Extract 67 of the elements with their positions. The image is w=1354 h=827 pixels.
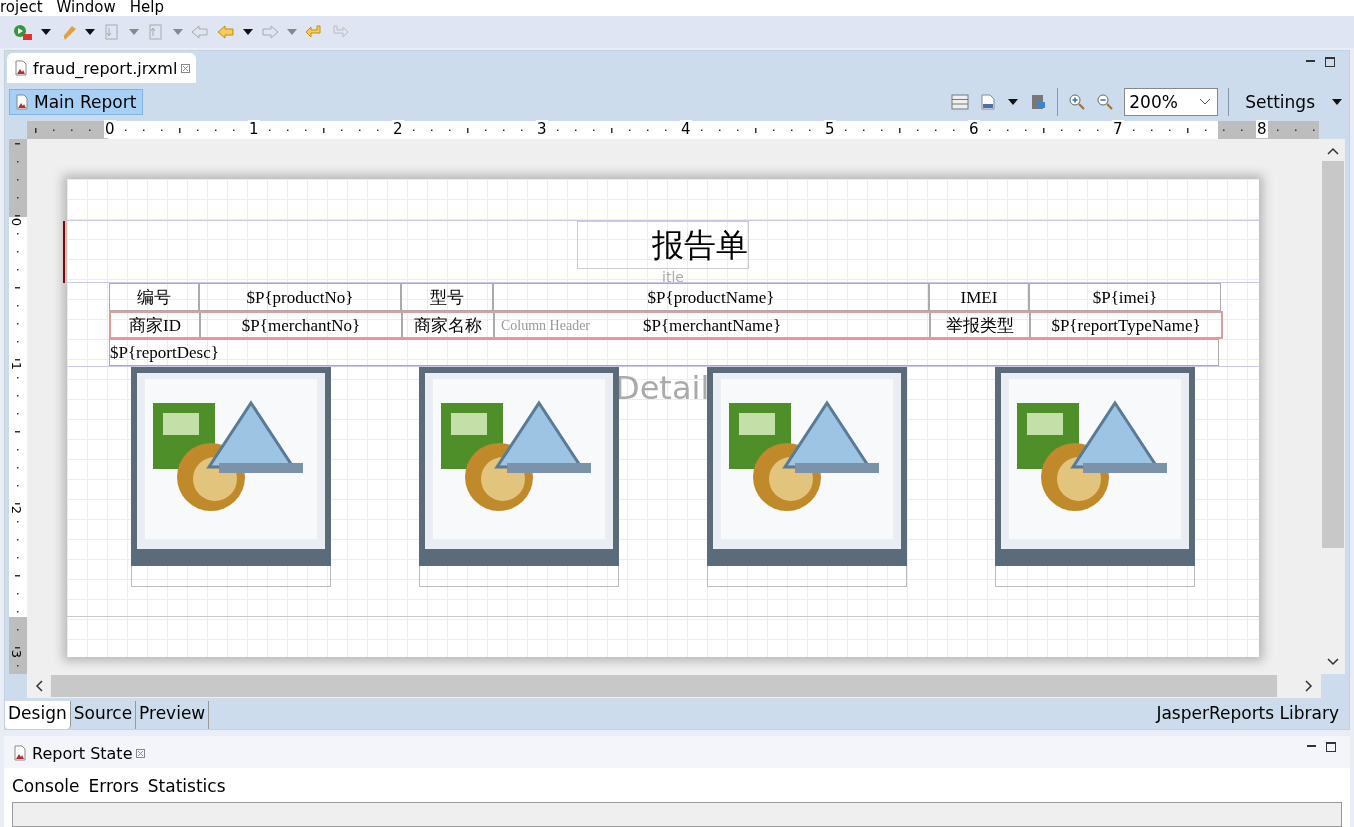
maximize-icon[interactable] [1326, 742, 1336, 752]
menu-item[interactable]: Help [129, 0, 164, 16]
ruler-number: 0 [104, 120, 116, 138]
panel-tab[interactable]: Errors [88, 776, 139, 796]
image-placeholder-icon[interactable] [419, 367, 619, 566]
report-title[interactable]: 报告单 [577, 221, 749, 269]
image-placeholder-icon[interactable] [995, 367, 1195, 566]
report-file-icon [13, 60, 29, 76]
ruler-number: 8 [1256, 120, 1268, 138]
table-cell[interactable]: $P{imei} [1092, 284, 1158, 310]
description-field[interactable]: $P{reportDesc} [109, 339, 1219, 366]
zoom-out-icon[interactable] [1096, 93, 1115, 111]
table-cell[interactable]: $P{merchantNo} [241, 312, 361, 338]
ruler-number: 3 [9, 649, 24, 659]
maximize-icon[interactable] [1325, 57, 1335, 67]
settings-button[interactable]: Settings [1239, 92, 1321, 112]
caret-icon[interactable] [1007, 98, 1020, 106]
table-row[interactable]: 编号 $P{productNo} 型号 $P{productName} IMEI $P{imei} [109, 283, 1221, 311]
ruler-margin [9, 617, 27, 674]
zoom-in-icon[interactable] [1068, 93, 1087, 111]
editor-tab[interactable]: Design [5, 701, 71, 729]
table-cell[interactable]: 举报类型 [946, 312, 1014, 338]
chevron-down-icon[interactable] [1199, 98, 1212, 106]
table-cell[interactable]: $P{productNo} [246, 284, 354, 310]
ruler-number: 1 [9, 361, 24, 371]
caret-icon[interactable] [1331, 98, 1343, 106]
scroll-thumb[interactable] [1322, 161, 1344, 548]
library-label: JasperReports Library [1154, 702, 1340, 725]
table-cell[interactable]: 编号 [137, 284, 171, 310]
close-icon[interactable] [136, 748, 146, 758]
chevron-left-icon[interactable] [35, 680, 43, 692]
band-label: itle [662, 269, 684, 285]
menu-item[interactable]: Window [56, 0, 116, 16]
report-file-icon [12, 745, 28, 761]
close-icon[interactable] [181, 63, 191, 73]
table-cell[interactable]: IMEI [960, 284, 998, 310]
table-cell[interactable]: $P{productName} [647, 284, 775, 310]
back-arrow-icon[interactable] [216, 23, 236, 41]
image-placeholder-icon[interactable] [707, 367, 907, 566]
table-cell[interactable]: 商家名称 [414, 312, 482, 338]
editor-tab[interactable]: fraud_report.jrxml [7, 53, 197, 83]
ruler-number: 2 [9, 505, 24, 515]
image-placeholder-icon[interactable] [131, 367, 331, 566]
caret-icon[interactable] [40, 28, 52, 36]
chevron-right-icon[interactable] [1305, 680, 1313, 692]
panel-tab[interactable]: Statistics [147, 776, 226, 796]
caret-icon[interactable] [242, 28, 254, 36]
table-row[interactable]: 商家ID $P{merchantNo} 商家名称 Column Header $P{merchantName} 举报类型 $P{reportTypeName} [109, 311, 1223, 339]
band-label: Detail [615, 369, 710, 407]
chevron-up-icon[interactable] [1327, 147, 1339, 155]
ruler-number: 0 [9, 217, 24, 227]
editor-tab[interactable]: Preview [136, 701, 210, 729]
main-report-button[interactable]: Main Report [9, 89, 144, 115]
band-label: Column Header [501, 318, 591, 334]
table-cell[interactable]: $P{merchantName} [642, 312, 782, 338]
vertical-scrollbar[interactable] [1321, 139, 1345, 674]
caret-icon[interactable] [84, 28, 96, 36]
panel-tab[interactable]: Console [12, 776, 80, 796]
menu-item[interactable]: roject [0, 0, 43, 16]
table-cell[interactable]: 商家ID [129, 312, 181, 338]
editor-tab[interactable]: Source [70, 701, 137, 729]
table-cell[interactable]: $P{reportTypeName} [1051, 312, 1201, 338]
report-file-icon [14, 94, 30, 110]
zoom-combo[interactable]: 200% [1124, 88, 1219, 116]
table-cell[interactable]: 型号 [430, 284, 464, 310]
run-icon[interactable] [12, 23, 34, 41]
chevron-down-icon[interactable] [1327, 658, 1339, 666]
